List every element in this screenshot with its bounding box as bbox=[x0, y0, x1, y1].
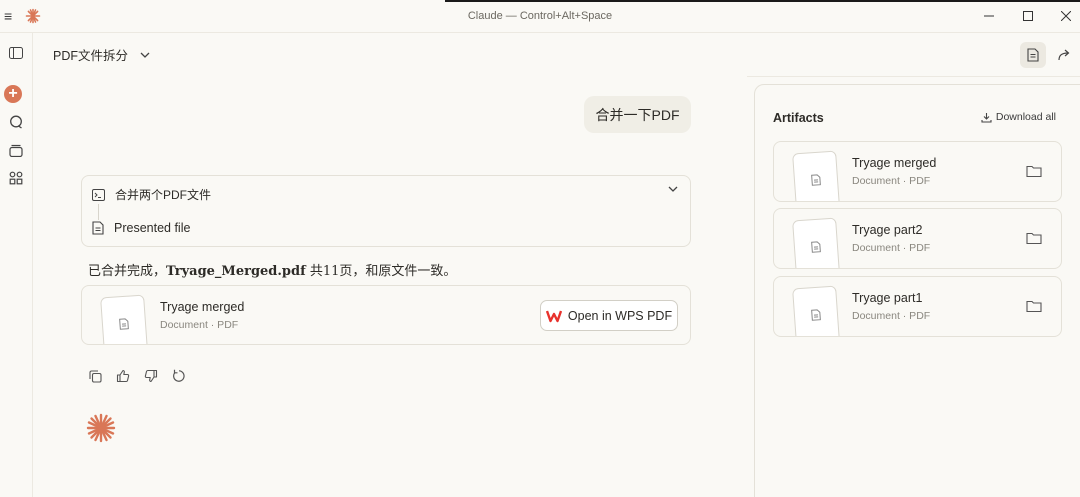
projects-icon[interactable] bbox=[3, 139, 29, 161]
left-rail: + bbox=[0, 33, 33, 497]
artifact-card[interactable]: Tryage part1 Document · PDF bbox=[773, 276, 1062, 337]
tool-connector-line bbox=[98, 204, 99, 220]
sidebar-toggle-icon[interactable] bbox=[3, 42, 29, 64]
open-in-wps-button[interactable]: Open in WPS PDF bbox=[540, 300, 678, 331]
file-icon bbox=[92, 221, 104, 235]
chat-title-dropdown[interactable]: PDF文件拆分 bbox=[53, 45, 150, 64]
minimize-button[interactable] bbox=[971, 4, 1007, 28]
artifact-name: Tryage merged bbox=[852, 156, 937, 170]
file-thumbnail bbox=[100, 294, 148, 344]
open-in-wps-label: Open in WPS PDF bbox=[567, 308, 673, 323]
new-chat-icon[interactable]: + bbox=[4, 85, 22, 103]
message-actions bbox=[86, 367, 188, 385]
reply-prefix: 已合并完成， bbox=[88, 264, 167, 279]
assistant-reply: 已合并完成，Tryage_Merged.pdf 共11页，和原文件一致。 bbox=[88, 260, 456, 279]
thumbs-down-icon[interactable] bbox=[142, 367, 160, 385]
tool-call-header[interactable]: 合并两个PDF文件 bbox=[92, 186, 211, 203]
file-meta: Document · PDF bbox=[160, 319, 239, 331]
folder-icon[interactable] bbox=[1026, 299, 1042, 313]
wps-icon bbox=[545, 310, 562, 322]
chevron-down-icon bbox=[140, 52, 150, 58]
file-card[interactable]: Tryage merged Document · PDF Open in WPS… bbox=[81, 285, 691, 345]
title-bar-accent-line bbox=[445, 0, 1080, 2]
close-button[interactable] bbox=[1048, 4, 1080, 28]
artifact-thumbnail bbox=[792, 217, 840, 268]
folder-icon[interactable] bbox=[1026, 164, 1042, 178]
artifacts-title: Artifacts bbox=[773, 111, 824, 125]
artifacts-icon[interactable] bbox=[3, 167, 29, 189]
header-divider bbox=[747, 76, 1080, 77]
terminal-icon bbox=[92, 188, 105, 201]
artifact-name: Tryage part2 bbox=[852, 223, 923, 237]
copy-icon[interactable] bbox=[86, 367, 104, 385]
share-icon[interactable] bbox=[1054, 44, 1074, 66]
chats-icon[interactable] bbox=[3, 111, 29, 133]
document-icon[interactable] bbox=[1020, 42, 1046, 68]
file-icon bbox=[119, 318, 129, 330]
artifact-meta: Document · PDF bbox=[852, 175, 931, 187]
maximize-button[interactable] bbox=[1010, 4, 1046, 28]
tool-result-row: Presented file bbox=[92, 221, 190, 235]
tool-result-label: Presented file bbox=[114, 221, 191, 235]
window-title: Claude — Control+Alt+Space bbox=[467, 10, 613, 22]
retry-icon[interactable] bbox=[170, 367, 188, 385]
artifact-card[interactable]: Tryage merged Document · PDF bbox=[773, 141, 1062, 202]
title-bar: ≡ Claude — Control+Alt+Space bbox=[0, 0, 1080, 33]
download-all-button[interactable]: Download all bbox=[981, 111, 1056, 123]
claude-spark-icon bbox=[86, 413, 116, 443]
chevron-down-icon[interactable] bbox=[668, 186, 678, 192]
download-icon bbox=[981, 112, 992, 123]
folder-icon[interactable] bbox=[1026, 231, 1042, 245]
artifact-meta: Document · PDF bbox=[852, 242, 931, 254]
artifact-card[interactable]: Tryage part2 Document · PDF bbox=[773, 208, 1062, 269]
download-all-label: Download all bbox=[995, 111, 1056, 123]
tool-call-card: 合并两个PDF文件 Presented file bbox=[81, 175, 691, 247]
chat-title: PDF文件拆分 bbox=[53, 49, 129, 63]
reply-filename: Tryage_Merged.pdf bbox=[166, 264, 306, 279]
file-icon bbox=[811, 309, 821, 321]
thumbs-up-icon[interactable] bbox=[114, 367, 132, 385]
tool-call-label: 合并两个PDF文件 bbox=[115, 188, 212, 202]
artifact-thumbnail bbox=[792, 150, 840, 201]
artifact-meta: Document · PDF bbox=[852, 310, 931, 322]
artifact-thumbnail bbox=[792, 285, 840, 336]
file-icon bbox=[811, 174, 821, 186]
file-icon bbox=[811, 241, 821, 253]
artifact-name: Tryage part1 bbox=[852, 291, 923, 305]
user-message: 合并一下PDF bbox=[584, 96, 691, 133]
artifacts-panel: Artifacts Download all Tryage merged Doc… bbox=[754, 84, 1080, 497]
reply-suffix: 共11页，和原文件一致。 bbox=[305, 264, 457, 279]
file-name: Tryage merged bbox=[160, 300, 245, 314]
